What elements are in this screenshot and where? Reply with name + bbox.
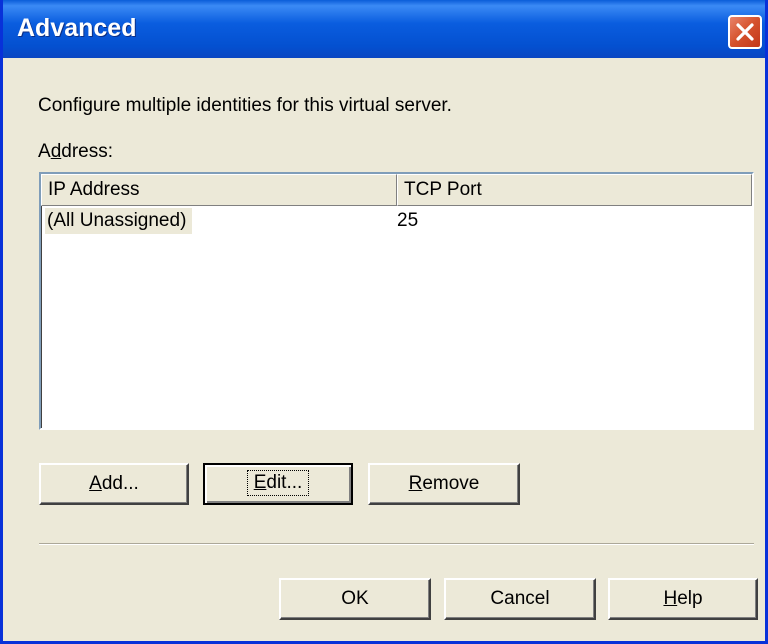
column-header-tcp-port[interactable]: TCP Port	[397, 174, 752, 206]
address-list[interactable]: IP Address TCP Port (All Unassigned) 25	[39, 172, 754, 430]
tcp-port-cell: 25	[397, 210, 419, 231]
remove-button-accel: R	[408, 473, 423, 494]
separator	[39, 543, 754, 545]
cancel-button[interactable]: Cancel	[444, 578, 596, 620]
close-icon	[736, 23, 754, 41]
address-label-prefix: A	[38, 141, 51, 162]
add-button-label: dd...	[101, 473, 139, 494]
add-button-accel: A	[89, 473, 102, 494]
close-button[interactable]	[728, 15, 762, 49]
edit-button[interactable]: Edit...	[203, 463, 353, 505]
ip-address-cell: (All Unassigned)	[45, 208, 193, 234]
edit-button-focus: Edit...	[246, 470, 310, 496]
address-label-accel: d	[50, 141, 62, 162]
remove-button[interactable]: Remove	[368, 463, 520, 505]
add-button[interactable]: Add...	[39, 463, 189, 505]
help-button[interactable]: Help	[608, 578, 758, 620]
edit-button-label: dit...	[266, 472, 303, 493]
description-text: Configure multiple identities for this v…	[38, 95, 452, 116]
address-label: Address:	[38, 141, 113, 163]
edit-button-accel: E	[253, 472, 267, 493]
window-title: Advanced	[17, 14, 137, 42]
column-header-ip-address[interactable]: IP Address	[41, 174, 397, 206]
advanced-dialog: Advanced Configure multiple identities f…	[0, 0, 768, 644]
list-item[interactable]: (All Unassigned) 25	[41, 208, 752, 234]
help-button-accel: H	[663, 588, 678, 609]
help-button-label: elp	[677, 588, 703, 609]
remove-button-label: emove	[422, 473, 480, 494]
list-header: IP Address TCP Port	[41, 174, 752, 206]
address-label-rest: dress:	[61, 141, 114, 162]
ok-button[interactable]: OK	[279, 578, 431, 620]
title-bar[interactable]: Advanced	[3, 0, 765, 58]
